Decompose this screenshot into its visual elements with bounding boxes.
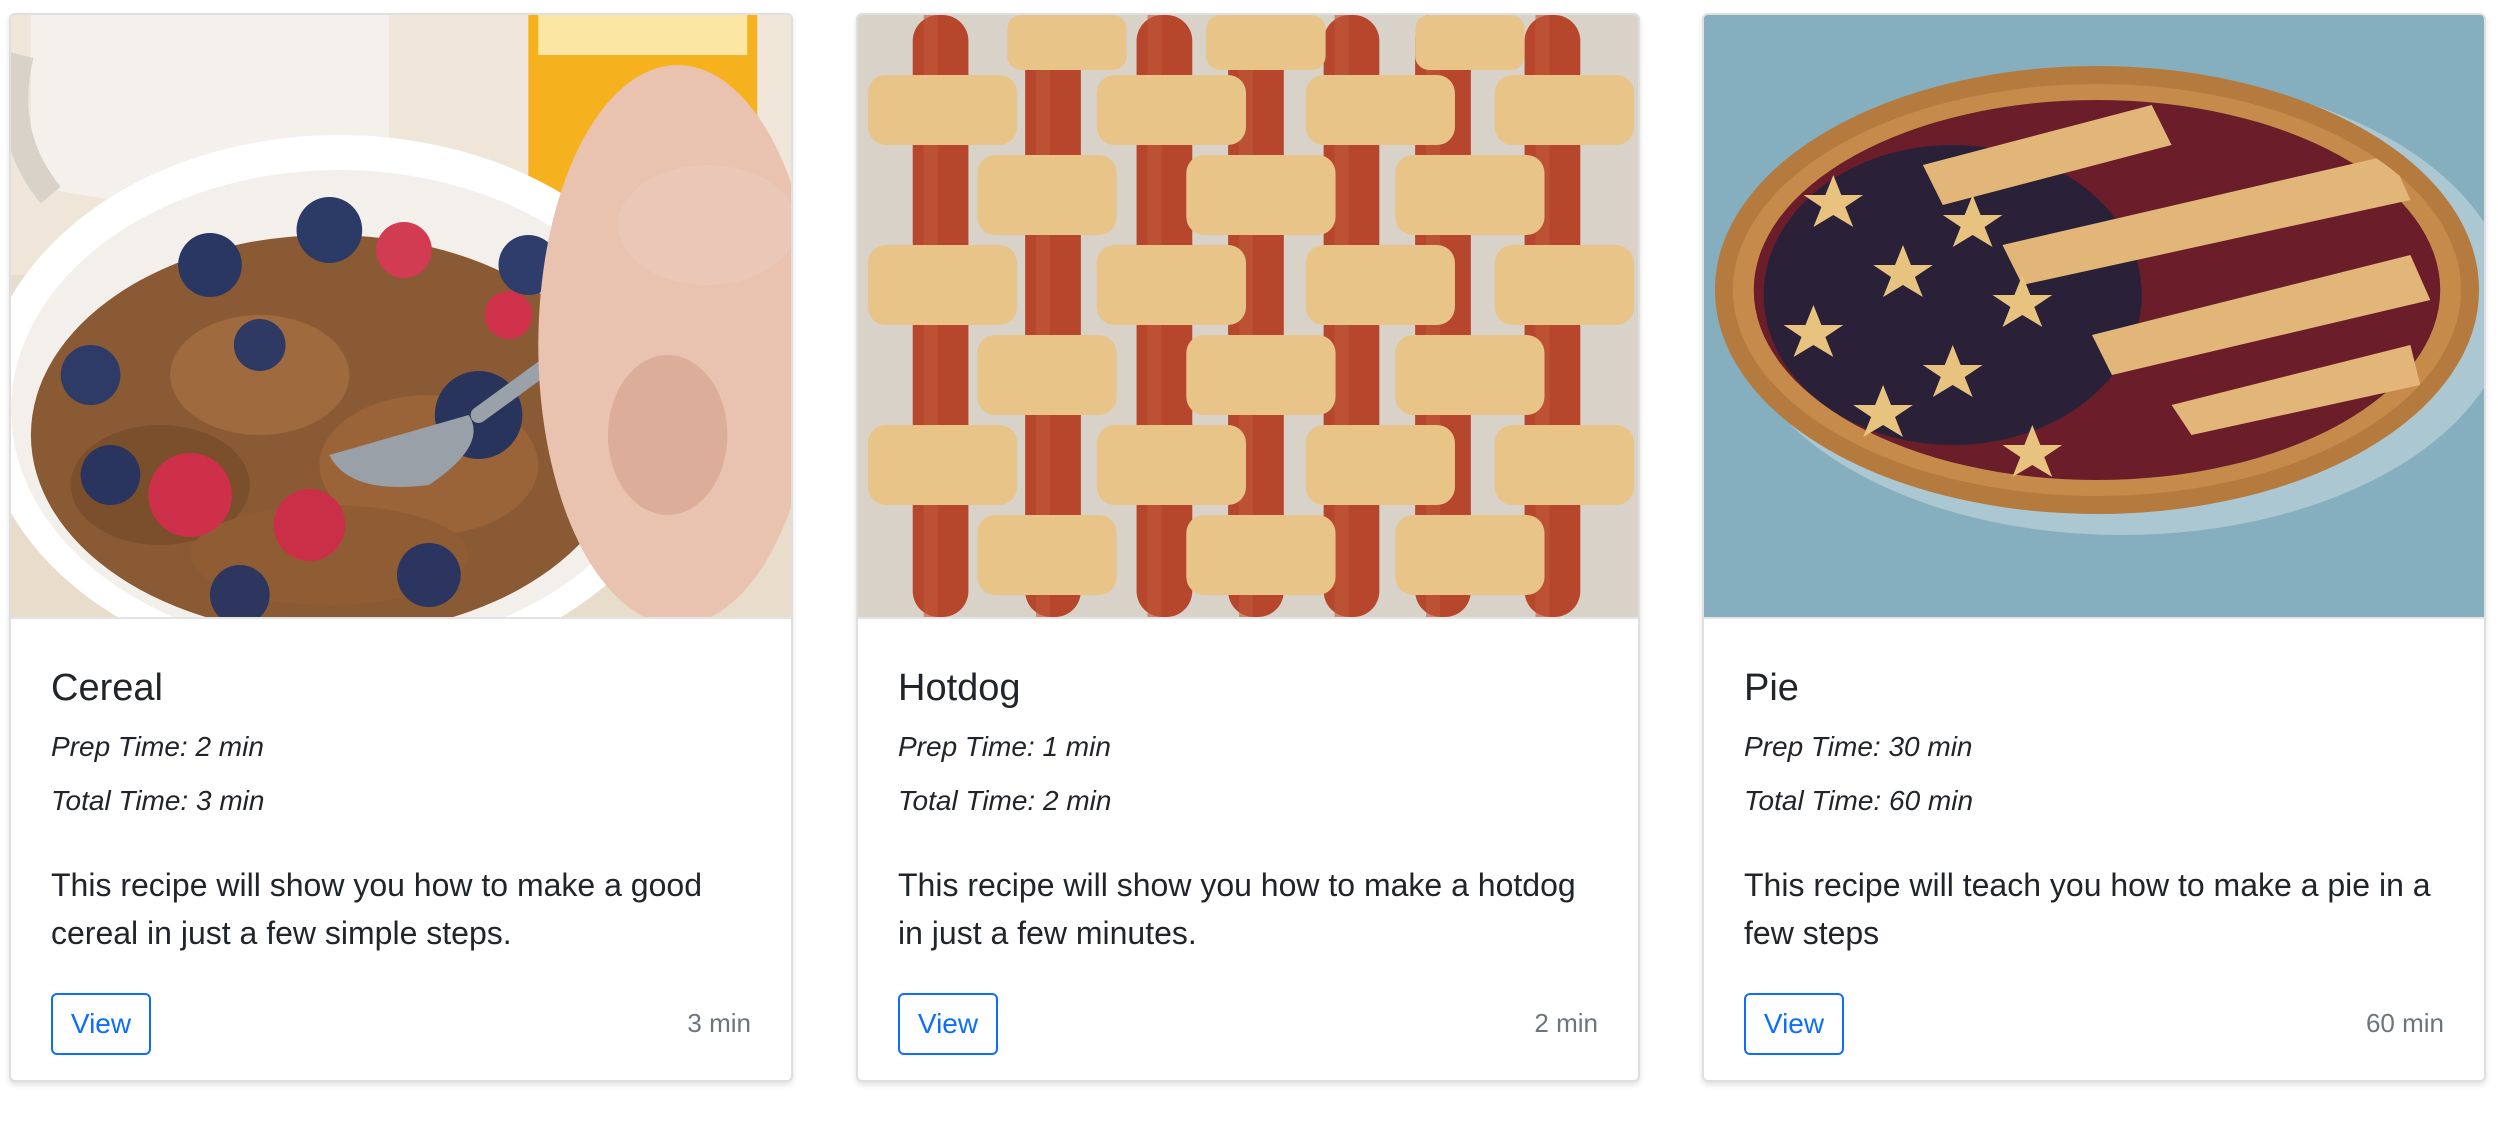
prep-time: Prep Time: 2 min: [51, 731, 264, 762]
total-time: Total Time: 2 min: [898, 785, 1112, 816]
recipe-card-body: Cereal Prep Time: 2 min Total Time: 3 mi…: [51, 617, 751, 1080]
recipe-description: This recipe will show you how to make a …: [51, 867, 702, 951]
time-note: 2 min: [1534, 1008, 1598, 1038]
recipe-title: Cereal: [51, 667, 163, 709]
recipe-card-pie: Pie Prep Time: 30 min Total Time: 60 min…: [1702, 13, 2486, 1082]
recipe-card-cereal: Cereal Prep Time: 2 min Total Time: 3 mi…: [9, 13, 793, 1082]
view-button[interactable]: View: [1744, 993, 1844, 1055]
prep-time: Prep Time: 30 min: [1744, 731, 1973, 762]
flag-pie-photo: [1704, 15, 2484, 617]
recipe-title: Pie: [1744, 667, 1799, 709]
recipe-card-hotdog: Hotdog Prep Time: 1 min Total Time: 2 mi…: [856, 13, 1640, 1082]
recipe-title: Hotdog: [898, 667, 1021, 709]
recipe-image-cereal: [11, 15, 791, 619]
prep-time: Prep Time: 1 min: [898, 731, 1111, 762]
total-time: Total Time: 3 min: [51, 785, 265, 816]
recipe-image-pie: [1704, 15, 2484, 619]
view-button[interactable]: View: [51, 993, 151, 1055]
hotdog-lattice-photo: [858, 15, 1638, 617]
recipe-card-grid: Cereal Prep Time: 2 min Total Time: 3 mi…: [0, 0, 2498, 1126]
recipe-description: This recipe will show you how to make a …: [898, 867, 1576, 951]
cereal-bowl-photo: [11, 15, 791, 617]
view-button[interactable]: View: [898, 993, 998, 1055]
recipe-card-body: Hotdog Prep Time: 1 min Total Time: 2 mi…: [898, 617, 1598, 1080]
recipe-description: This recipe will teach you how to make a…: [1744, 867, 2431, 951]
recipe-image-hotdog: [858, 15, 1638, 619]
total-time: Total Time: 60 min: [1744, 785, 1974, 816]
time-note: 3 min: [687, 1008, 751, 1038]
recipe-card-body: Pie Prep Time: 30 min Total Time: 60 min…: [1744, 617, 2444, 1080]
time-note: 60 min: [2365, 1008, 2444, 1038]
